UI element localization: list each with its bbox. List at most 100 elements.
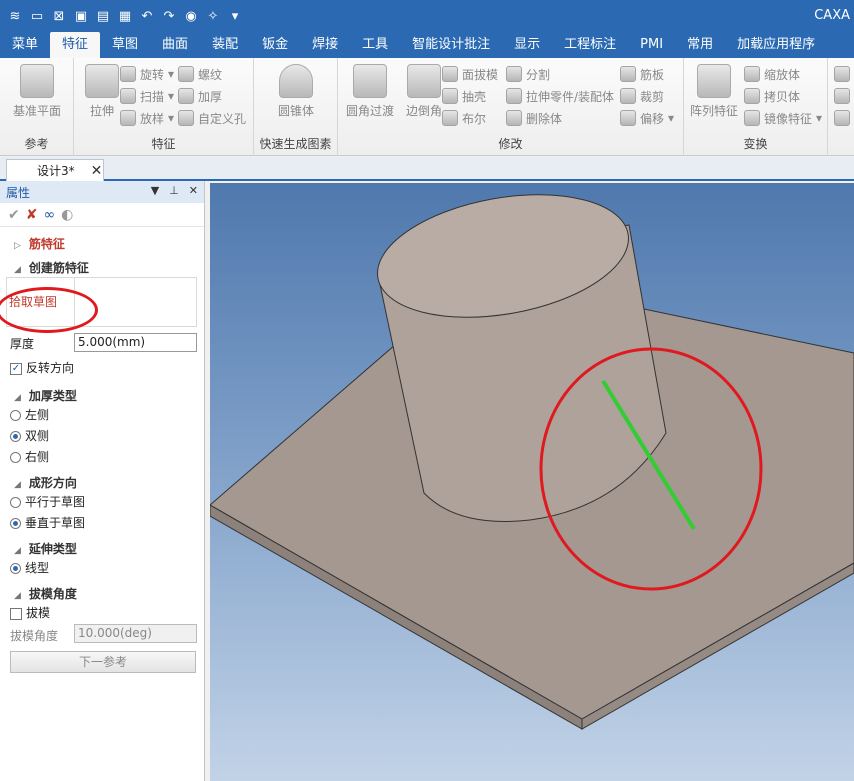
- boolean-button[interactable]: 布尔: [442, 108, 486, 128]
- fillet-icon: [353, 64, 387, 98]
- thicken-section-title: 加厚类型: [28, 389, 77, 403]
- sparkle-icon[interactable]: ✧: [204, 7, 222, 25]
- draft-section-row[interactable]: ◢ 拔模角度: [0, 585, 205, 602]
- tab-common[interactable]: 常用: [675, 32, 725, 58]
- direction-option-parallel[interactable]: 平行于草图: [10, 493, 215, 510]
- document-tab[interactable]: 设计3* ✕: [6, 159, 104, 181]
- confirm-icon[interactable]: ✔: [8, 207, 20, 223]
- custom-hole-button[interactable]: 自定义孔: [178, 108, 246, 128]
- sweep-button[interactable]: 扫描 ▾: [120, 86, 174, 106]
- ribbon-group-modify: 圆角过渡 边倒角 面拔模 抽壳 布尔 分割 拉伸零件/装配体 删除体 筋板 裁剪…: [338, 58, 684, 156]
- extend-option-linear[interactable]: 线型: [10, 559, 215, 576]
- thread-button[interactable]: 螺纹: [178, 64, 222, 84]
- radio-perpendicular[interactable]: [10, 518, 21, 529]
- dropdown-icon[interactable]: ▾: [226, 7, 244, 25]
- thicken-button[interactable]: 加厚: [178, 86, 222, 106]
- datum-plane-button[interactable]: 基准平面: [9, 64, 65, 119]
- thicken-section-row[interactable]: ◢ 加厚类型: [0, 387, 205, 404]
- more-tool-3[interactable]: [834, 108, 850, 128]
- ribbon: 基准平面 参考 拉伸 旋转 ▾ 扫描 ▾ 放样 ▾ 螺纹 加厚 自定义孔 特征 …: [0, 58, 854, 156]
- tab-pmi[interactable]: PMI: [628, 32, 675, 58]
- feature-name-row[interactable]: ▷ 筋特征: [0, 235, 205, 252]
- next-reference-button[interactable]: 下一参考: [10, 651, 196, 673]
- preview-glasses-icon[interactable]: ∞: [43, 207, 55, 223]
- more-tool-2[interactable]: [834, 86, 850, 106]
- shell-button[interactable]: 抽壳: [442, 86, 486, 106]
- delete-body-button[interactable]: 删除体: [506, 108, 562, 128]
- group-title: 快速生成图素: [259, 137, 332, 151]
- scale-body-button[interactable]: 缩放体: [744, 64, 800, 84]
- more-tool-1[interactable]: [834, 64, 850, 84]
- offset-button[interactable]: 偏移 ▾: [620, 108, 674, 128]
- extrude-icon: [85, 64, 119, 98]
- radio-left[interactable]: [10, 410, 21, 421]
- new-icon[interactable]: ▭: [28, 7, 46, 25]
- thicken-option-both[interactable]: 双侧: [10, 427, 215, 444]
- save-icon[interactable]: ▦: [116, 7, 134, 25]
- tab-assembly[interactable]: 装配: [200, 32, 250, 58]
- fillet-button[interactable]: 圆角过渡: [342, 64, 398, 119]
- tab-display[interactable]: 显示: [502, 32, 552, 58]
- reverse-direction-row[interactable]: ✓ 反转方向: [10, 359, 215, 376]
- tab-smart-annotation[interactable]: 智能设计批注: [400, 32, 502, 58]
- collapse-icon: ◢: [14, 480, 21, 490]
- close-icon[interactable]: ✕: [189, 184, 198, 197]
- tab-engineering-annotation[interactable]: 工程标注: [552, 32, 628, 58]
- tab-load-app[interactable]: 加载应用程序: [725, 32, 827, 58]
- tab-sheetmetal[interactable]: 钣金: [250, 32, 300, 58]
- rib-button[interactable]: 筋板: [620, 64, 664, 84]
- collapse-icon: ◢: [14, 591, 21, 601]
- thicken-option-right[interactable]: 右侧: [10, 448, 215, 465]
- reverse-checkbox[interactable]: ✓: [10, 362, 22, 375]
- radio-parallel[interactable]: [10, 497, 21, 508]
- 3d-viewport[interactable]: [210, 183, 854, 781]
- tab-weld[interactable]: 焊接: [300, 32, 350, 58]
- trim-button[interactable]: 裁剪: [620, 86, 664, 106]
- cancel-icon[interactable]: ✘: [26, 207, 38, 223]
- radio-both[interactable]: [10, 431, 21, 442]
- radio-linear[interactable]: [10, 563, 21, 574]
- tab-tools[interactable]: 工具: [350, 32, 400, 58]
- split-button[interactable]: 分割: [506, 64, 550, 84]
- loft-button[interactable]: 放样 ▾: [120, 108, 174, 128]
- close-icon[interactable]: ✕: [91, 163, 103, 179]
- pattern-feature-button[interactable]: 阵列特征: [686, 64, 742, 119]
- draft-checkbox[interactable]: [10, 607, 22, 620]
- tab-surface[interactable]: 曲面: [150, 32, 200, 58]
- copy-body-button[interactable]: 拷贝体: [744, 86, 800, 106]
- direction-section-row[interactable]: ◢ 成形方向: [0, 474, 205, 491]
- create-section-row[interactable]: ◢ 创建筋特征: [0, 259, 205, 276]
- draft-angle-input[interactable]: 10.000(deg): [74, 624, 197, 643]
- tab-menu[interactable]: 菜单: [0, 32, 50, 58]
- thicken-option-left[interactable]: 左侧: [10, 406, 215, 423]
- radio-right[interactable]: [10, 452, 21, 463]
- collapse-icon: ◢: [14, 393, 21, 403]
- extend-section-row[interactable]: ◢ 延伸类型: [0, 540, 205, 557]
- pin-icon[interactable]: ⊥: [169, 184, 179, 197]
- logo-icon[interactable]: ≋: [6, 7, 24, 25]
- tab-feature[interactable]: 特征: [50, 32, 101, 58]
- tab-sketch[interactable]: 草图: [100, 32, 150, 58]
- preview-icon[interactable]: ▣: [72, 7, 90, 25]
- redo-icon[interactable]: ↷: [160, 7, 178, 25]
- undo-icon[interactable]: ↶: [138, 7, 156, 25]
- face-draft-button[interactable]: 面拔模: [442, 64, 498, 84]
- part-icon[interactable]: ◉: [182, 7, 200, 25]
- revolve-button[interactable]: 旋转 ▾: [120, 64, 174, 84]
- mirror-feature-button[interactable]: 镜像特征 ▾: [744, 108, 822, 128]
- draft-row[interactable]: 拔模: [10, 604, 215, 621]
- thickness-input[interactable]: 5.000(mm): [74, 333, 197, 352]
- collapse-icon: ◢: [14, 546, 21, 556]
- extrude-part-button[interactable]: 拉伸零件/装配体: [506, 86, 614, 106]
- datum-plane-icon: [20, 64, 54, 98]
- ribbon-group-quick-primitives: 圆锥体 快速生成图素: [254, 58, 338, 156]
- direction-option-perpendicular[interactable]: 垂直于草图: [10, 514, 215, 531]
- close-doc-icon[interactable]: ⊠: [50, 7, 68, 25]
- panel-menu-icon[interactable]: ▼: [151, 184, 159, 197]
- trim-icon: [620, 88, 636, 104]
- loft-icon: [120, 110, 136, 126]
- open-icon[interactable]: ▤: [94, 7, 112, 25]
- cone-button[interactable]: 圆锥体: [268, 64, 324, 119]
- shading-icon[interactable]: ◐: [61, 207, 73, 223]
- copy-body-icon: [744, 88, 760, 104]
